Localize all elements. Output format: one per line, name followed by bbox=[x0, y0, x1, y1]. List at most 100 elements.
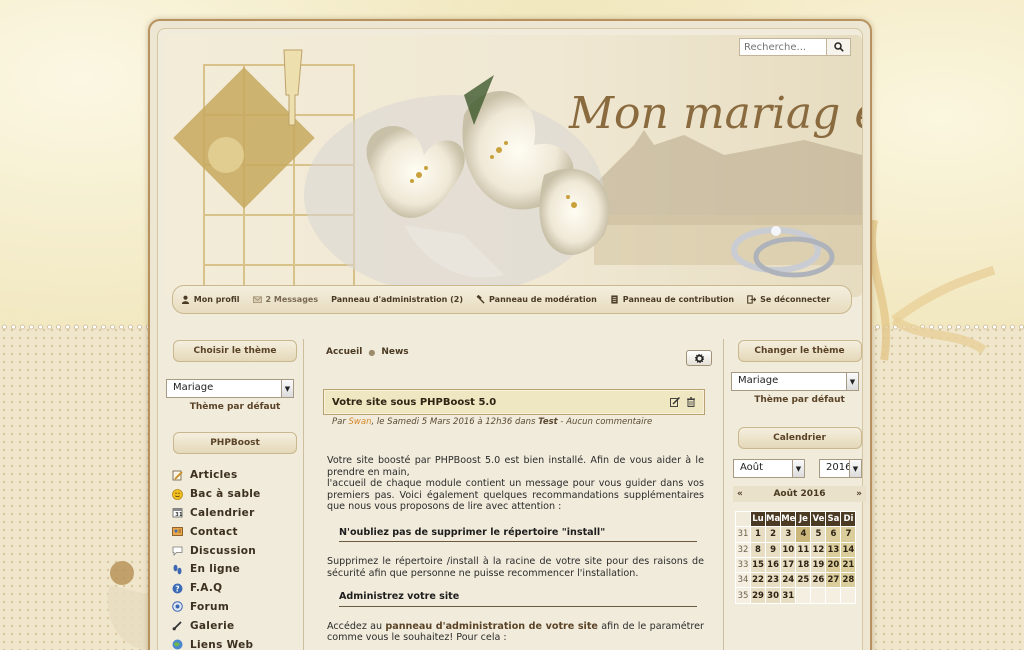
article-body: Votre site boosté par PHPBoost 5.0 est b… bbox=[327, 455, 704, 650]
calendar-day[interactable]: 10 bbox=[780, 541, 797, 558]
menu-item-faq[interactable]: ? F.A.Q bbox=[172, 579, 302, 598]
heading-admin: Administrez votre site bbox=[339, 591, 697, 607]
calendar-week-row: 33 15 16 17 18 19 20 21 bbox=[735, 556, 857, 574]
theme-switch-select[interactable]: Mariage ▼ bbox=[731, 372, 859, 391]
search-input[interactable] bbox=[740, 39, 826, 55]
calendar-day[interactable]: 22 bbox=[750, 572, 766, 589]
calendar-day[interactable]: 12 bbox=[810, 541, 827, 558]
theme-chooser-title: Choisir le thème bbox=[173, 340, 297, 362]
calendar-day[interactable]: 31 bbox=[780, 587, 797, 604]
calendar-day[interactable]: 17 bbox=[780, 556, 797, 574]
calendar-day[interactable]: 28 bbox=[840, 572, 857, 589]
calendar-day[interactable]: 30 bbox=[764, 587, 782, 604]
article-author[interactable]: Swan bbox=[349, 417, 372, 427]
calendar-selects: Août ▼ 2016 ▼ bbox=[733, 459, 866, 478]
calendar-week-row: 32 8 9 10 11 12 13 14 bbox=[735, 541, 857, 558]
user-menu-profile-label: Mon profil bbox=[193, 295, 240, 304]
main-content: Accueil ● News Votre site sous PHPBoost … bbox=[323, 347, 712, 643]
menu-item-sandbox[interactable]: Bac à sable bbox=[172, 485, 302, 504]
calendar-day[interactable]: 6 bbox=[825, 526, 842, 543]
calendar-day[interactable]: 15 bbox=[750, 556, 766, 574]
menu-item-forum[interactable]: Forum bbox=[172, 598, 302, 617]
chevron-down-icon: ▼ bbox=[281, 380, 293, 397]
module-settings-button[interactable] bbox=[686, 350, 712, 366]
calendar-day[interactable]: 25 bbox=[795, 572, 812, 589]
calendar-day[interactable]: 13 bbox=[825, 541, 842, 558]
article-category[interactable]: Test bbox=[538, 417, 558, 427]
admin-panel-link[interactable]: panneau d'administration de votre site bbox=[385, 621, 598, 632]
envelope-icon bbox=[252, 296, 262, 304]
user-menu-messages[interactable]: 2 Messages bbox=[252, 295, 332, 304]
next-month-button[interactable]: » bbox=[856, 489, 862, 499]
calendar-day[interactable]: 16 bbox=[764, 556, 782, 574]
calendar-corner bbox=[735, 510, 751, 528]
search-button[interactable] bbox=[826, 39, 850, 55]
day-header: Je bbox=[795, 510, 812, 528]
breadcrumb-news[interactable]: News bbox=[381, 347, 408, 357]
user-icon bbox=[181, 295, 189, 304]
day-header: Ma bbox=[764, 510, 782, 528]
left-sidebar: Choisir le thème Mariage ▼ Thème par déf… bbox=[166, 340, 302, 650]
meta-comments[interactable]: - Aucun commentaire bbox=[558, 417, 652, 427]
default-theme-link[interactable]: Thème par défaut bbox=[168, 402, 302, 412]
menu-item-label: Forum bbox=[190, 600, 230, 613]
phpboost-menu: Articles Bac à sable 31 Calendrier Conta… bbox=[168, 466, 302, 650]
menu-item-contact[interactable]: Contact bbox=[172, 522, 302, 541]
day-header: Lu bbox=[750, 510, 766, 528]
calendar-day[interactable]: 23 bbox=[764, 572, 782, 589]
calendar-day[interactable]: 1 bbox=[750, 526, 766, 543]
month-select[interactable]: Août ▼ bbox=[733, 459, 805, 478]
menu-item-articles[interactable]: Articles bbox=[172, 466, 302, 485]
calendar-day[interactable]: 18 bbox=[795, 556, 812, 574]
theme-select[interactable]: Mariage ▼ bbox=[166, 379, 294, 398]
calendar-day[interactable]: 29 bbox=[750, 587, 766, 604]
menu-item-calendar[interactable]: 31 Calendrier bbox=[172, 504, 302, 523]
footprints-icon bbox=[173, 564, 182, 575]
calendar-day-today[interactable]: 4 bbox=[795, 526, 812, 543]
user-menu-admin-panel[interactable]: Panneau d'administration (2) bbox=[331, 295, 476, 304]
week-number: 32 bbox=[735, 541, 751, 558]
calendar-day[interactable]: 2 bbox=[764, 526, 782, 543]
right-column-divider bbox=[723, 339, 724, 650]
calendar-day[interactable]: 9 bbox=[764, 541, 782, 558]
article-header: Votre site sous PHPBoost 5.0 bbox=[323, 389, 705, 415]
calendar-day[interactable]: 14 bbox=[840, 541, 857, 558]
logout-icon bbox=[747, 295, 757, 304]
calendar-day[interactable]: 20 bbox=[825, 556, 842, 574]
calendar-day[interactable]: 7 bbox=[840, 526, 857, 543]
user-menu-contribution-panel[interactable]: Panneau de contribution bbox=[610, 295, 747, 304]
menu-item-label: En ligne bbox=[190, 563, 241, 576]
breadcrumb-home[interactable]: Accueil bbox=[326, 347, 362, 357]
calendar-icon: 31 bbox=[172, 508, 183, 518]
calendar-day[interactable]: 27 bbox=[825, 572, 842, 589]
left-column-divider bbox=[303, 339, 304, 650]
calendar-header-row: Lu Ma Me Je Ve Sa Di bbox=[735, 510, 857, 528]
chevron-down-icon: ▼ bbox=[846, 373, 858, 390]
calendar-day[interactable]: 24 bbox=[780, 572, 797, 589]
menu-item-label: Calendrier bbox=[190, 506, 255, 519]
previous-month-button[interactable]: « bbox=[737, 489, 743, 499]
calendar-day[interactable]: 3 bbox=[780, 526, 797, 543]
calendar-day[interactable]: 5 bbox=[810, 526, 827, 543]
edit-icon[interactable] bbox=[670, 397, 680, 407]
right-sidebar: Changer le thème Mariage ▼ Thème par déf… bbox=[731, 340, 866, 604]
calendar-day[interactable]: 19 bbox=[810, 556, 827, 574]
calendar-day[interactable]: 21 bbox=[840, 556, 857, 574]
user-menu-profile[interactable]: Mon profil bbox=[181, 295, 253, 304]
article-title[interactable]: Votre site sous PHPBoost 5.0 bbox=[332, 397, 496, 408]
menu-item-gallery[interactable]: Galerie bbox=[172, 616, 302, 635]
trash-icon[interactable] bbox=[686, 397, 696, 407]
paragraph-install: Supprimez le répertoire /install à la ra… bbox=[327, 556, 704, 579]
user-menu-contribution-label: Panneau de contribution bbox=[622, 295, 735, 304]
calendar-day[interactable]: 26 bbox=[810, 572, 827, 589]
user-menu-logout[interactable]: Se déconnecter bbox=[747, 295, 843, 304]
user-menu-moderation-panel[interactable]: Panneau de modération bbox=[476, 295, 610, 304]
menu-item-online[interactable]: En ligne bbox=[172, 560, 302, 579]
calendar-day[interactable]: 11 bbox=[795, 541, 812, 558]
calendar-day[interactable]: 8 bbox=[750, 541, 766, 558]
menu-item-weblinks[interactable]: Liens Web bbox=[172, 635, 302, 650]
default-theme-link-right[interactable]: Thème par défaut bbox=[733, 395, 866, 405]
pencil-icon bbox=[172, 470, 183, 481]
menu-item-discussion[interactable]: Discussion bbox=[172, 541, 302, 560]
year-select[interactable]: 2016 ▼ bbox=[819, 459, 862, 478]
